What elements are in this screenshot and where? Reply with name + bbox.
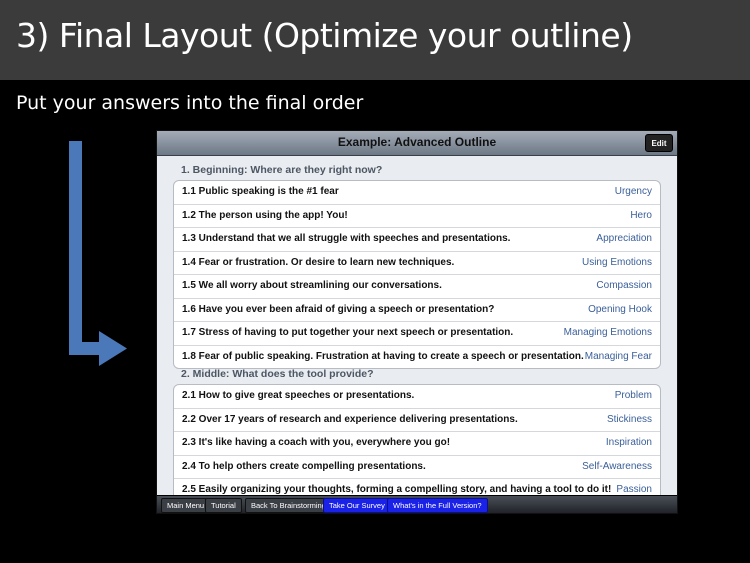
app-footer-toolbar: Main Menu Tutorial Back To Brainstorming… [157,495,677,513]
main-menu-button[interactable]: Main Menu [161,498,211,513]
outline-row[interactable]: 1.7 Stress of having to put together you… [174,322,660,346]
outline-row[interactable]: 2.1 How to give great speeches or presen… [174,385,660,409]
outline-row-tag: Stickiness [606,413,652,425]
outline-row[interactable]: 1.3 Understand that we all struggle with… [174,228,660,252]
outline-row-tag: Managing Emotions [563,327,652,338]
outline-row[interactable]: 1.8 Fear of public speaking. Frustration… [174,346,660,369]
outline-row-tag: Urgency [614,186,652,197]
outline-row-tag: Problem [614,390,652,401]
outline-row-text: 1.4 Fear or frustration. Or desire to le… [182,256,455,268]
outline-row[interactable]: 1.5 We all worry about streamlining our … [174,275,660,299]
outline-row-text: 1.3 Understand that we all struggle with… [182,233,511,244]
outline-row[interactable]: 1.1 Public speaking is the #1 fear Urgenc… [174,181,660,205]
take-survey-button[interactable]: Take Our Survey [323,498,391,513]
outline-row-tag: Hero [630,209,652,221]
outline-row-text: 2.4 To help others create compelling pre… [182,460,426,472]
slide-subtitle: Put your answers into the final order [16,92,364,114]
tutorial-button[interactable]: Tutorial [205,498,242,513]
section-group-middle: 2.1 How to give great speeches or presen… [173,384,661,496]
outline-row[interactable]: 2.2 Over 17 years of research and experi… [174,409,660,432]
outline-row-tag: Self-Awareness [582,460,652,472]
outline-row-text: 1.1 Public speaking is the #1 fear [182,186,339,197]
outline-row-tag: Managing Fear [584,350,652,362]
outline-row[interactable]: 2.3 It's like having a coach with you, e… [174,432,660,456]
outline-row-text: 1.7 Stress of having to put together you… [182,327,514,338]
outline-row-text: 2.2 Over 17 years of research and experi… [182,413,518,425]
outline-row[interactable]: 1.6 Have you ever been afraid of giving … [174,299,660,322]
outline-row-text: 1.6 Have you ever been afraid of giving … [182,303,495,315]
outline-row-text: 2.5 Easily organizing your thoughts, for… [182,484,612,495]
outline-app-window: Example: Advanced Outline Edit 1. Beginn… [156,130,678,514]
outline-row-text: 1.2 The person using the app! You! [182,209,348,221]
full-version-button[interactable]: What's in the Full Version? [387,498,488,513]
outline-row[interactable]: 2.5 Easily organizing your thoughts, for… [174,479,660,496]
section-header-middle: 2. Middle: What does the tool provide? [181,368,374,380]
outline-row-tag: Inspiration [605,437,652,448]
outline-row-tag: Passion [616,484,652,495]
app-header-title: Example: Advanced Outline [337,135,497,149]
outline-list[interactable]: 1. Beginning: Where are they right now? … [157,156,677,496]
outline-row-text: 1.5 We all worry about streamlining our … [182,280,442,291]
outline-row-tag: Opening Hook [588,303,652,315]
section-header-beginning: 1. Beginning: Where are they right now? [181,164,383,176]
slide-title-bar: 3) Final Layout (Optimize your outline) [0,0,750,80]
edit-button[interactable]: Edit [645,134,673,152]
slide-title: 3) Final Layout (Optimize your outline) [16,16,633,55]
outline-row-text: 2.1 How to give great speeches or presen… [182,390,415,401]
back-to-brainstorming-button[interactable]: Back To Brainstorming [245,498,332,513]
outline-row[interactable]: 1.4 Fear or frustration. Or desire to le… [174,252,660,275]
outline-row[interactable]: 2.4 To help others create compelling pre… [174,456,660,479]
app-nav-bar: Example: Advanced Outline Edit [157,131,677,156]
outline-row-tag: Compassion [596,280,652,291]
outline-row-text: 2.3 It's like having a coach with you, e… [182,437,451,448]
outline-row-tag: Using Emotions [581,256,652,268]
outline-row-tag: Appreciation [596,233,652,244]
outline-row-text: 1.8 Fear of public speaking. Frustration… [182,350,584,362]
arrow-down-right-icon [69,141,127,366]
section-group-beginning: 1.1 Public speaking is the #1 fear Urgenc… [173,180,661,369]
outline-row[interactable]: 1.2 The person using the app! You! Hero [174,205,660,228]
